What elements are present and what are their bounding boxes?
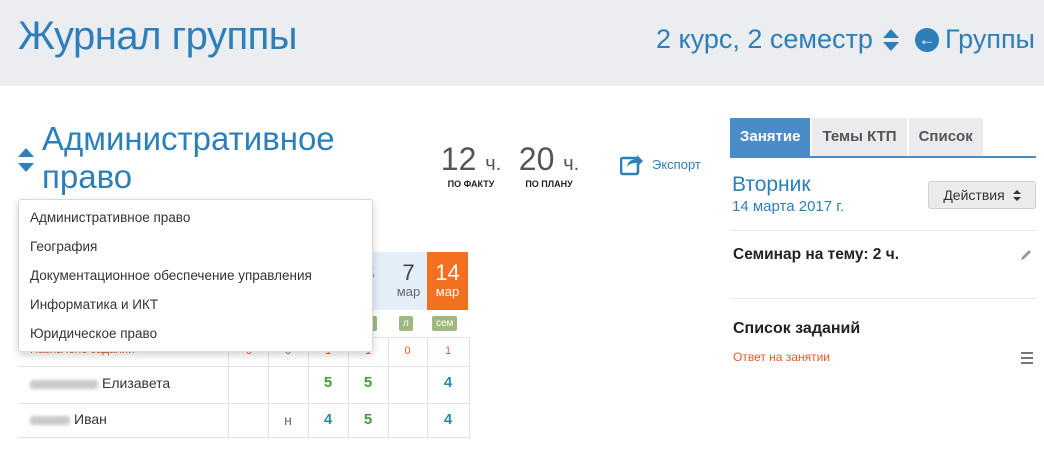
blurred-surname [30,379,98,389]
hours-fact: 12 ч. ПО ФАКТУ [440,143,502,189]
groups-back-link[interactable]: ← Группы [915,24,1035,55]
dropdown-item[interactable]: Административное право [19,203,372,232]
date-column-header[interactable]: 7 мар [388,252,429,310]
divider [469,337,470,437]
menu-icon[interactable] [1021,352,1033,364]
semester-selector[interactable]: 2 курс, 2 семестр [656,24,899,55]
share-icon [620,155,643,176]
grade-cell[interactable]: н [268,412,308,428]
sort-icon [882,28,899,52]
dropdown-item[interactable]: Документационное обеспечение управления [19,261,372,290]
task-item[interactable]: Ответ на занятии [733,350,830,364]
student-first-name: Иван [74,411,107,427]
grade-cell[interactable]: 4 [308,411,348,428]
pencil-icon[interactable] [1019,248,1033,262]
hours-fact-value: 12 [440,141,477,177]
grade-cell[interactable]: 5 [348,411,388,428]
actions-dropdown-button[interactable]: Действия [928,181,1036,209]
subject-switch-icon[interactable] [18,148,34,172]
grade-cell[interactable]: 5 [348,374,388,391]
hours-plan-unit: ч. [563,153,580,175]
lesson-day-name: Вторник [732,173,811,196]
page-header: Журнал группы 2 курс, 2 семестр ← Группы [0,0,1044,86]
assigned-count: 1 [444,345,452,357]
divider [18,366,470,367]
divider [730,298,1036,299]
hours-plan: 20 ч. ПО ПЛАНУ [518,143,580,189]
date-column-header-active[interactable]: 14 мар [427,252,468,310]
dropdown-item[interactable]: География [19,232,372,261]
student-name[interactable]: Иван [30,411,107,427]
divider [730,230,1036,231]
sort-icon [1012,189,1021,201]
dropdown-item[interactable]: Информатика и ИКТ [19,290,372,319]
dropdown-item[interactable]: Юридическое право [19,319,372,348]
hours-plan-caption: ПО ПЛАНУ [525,179,573,189]
blurred-surname [30,415,70,425]
lesson-type-badge: л [399,316,413,331]
date-day: 7 [402,260,415,285]
student-name[interactable]: Елизавета [30,375,170,391]
divider [18,403,470,404]
lesson-tabs: Занятие Темы КТП Список [730,118,1036,158]
grade-cell[interactable]: 4 [427,411,469,428]
subject-title[interactable]: Административное право [42,120,372,196]
assigned-count: 0 [404,345,411,357]
student-first-name: Елизавета [102,375,171,391]
export-button[interactable]: Экспорт [620,152,701,176]
date-day: 14 [435,260,460,285]
page-title: Журнал группы [18,14,298,58]
tab-lesson[interactable]: Занятие [730,118,811,156]
date-month: мар [396,284,421,299]
arrow-left-circle-icon: ← [915,27,939,52]
actions-label: Действия [943,187,1005,203]
tasks-list-title: Список заданий [733,320,861,337]
divider [18,437,470,438]
tab-ktp-topics[interactable]: Темы КТП [812,118,907,156]
semester-label: 2 курс, 2 семестр [656,24,873,54]
lesson-date: 14 марта 2017 г. [732,198,845,215]
subject-dropdown: Административное право География Докумен… [18,199,373,352]
hours-plan-value: 20 [518,141,555,177]
export-label: Экспорт [652,156,701,172]
grade-cell[interactable]: 5 [308,374,348,391]
tab-list[interactable]: Список [908,118,983,156]
date-month: мар [435,284,460,299]
seminar-topic: Семинар на тему: 2 ч. [733,246,900,263]
grade-cell[interactable]: 4 [427,374,469,391]
lesson-type-badge: сем [432,316,458,331]
groups-link-label: Группы [945,24,1035,54]
hours-fact-caption: ПО ФАКТУ [447,179,495,189]
hours-fact-unit: ч. [485,153,502,175]
